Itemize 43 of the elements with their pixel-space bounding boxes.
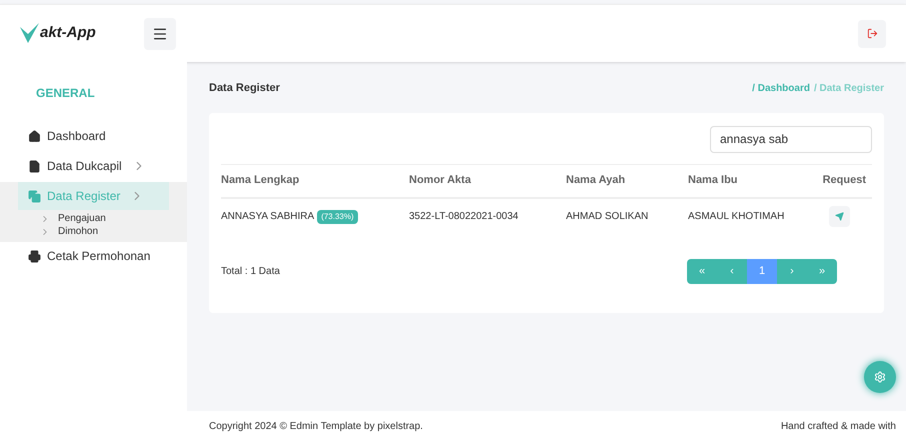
logo-text: akt-App [40,23,96,44]
sidebar-item[interactable]: Data Register [18,182,169,210]
send-button[interactable] [829,206,850,227]
column-header: Nama Lengkap [221,173,300,188]
breadcrumb-link[interactable]: / Dashboard [752,80,810,96]
search-field[interactable]: annasya sab [710,126,872,152]
sidebar-item[interactable]: Dashboard [18,122,169,150]
column-header: Nama Ayah [566,173,626,188]
page-button[interactable]: » [807,258,837,284]
page-title: Data Register [209,81,280,96]
table-cell-text: ASMAUL KHOTIMAH [688,210,786,224]
page-button[interactable]: › [777,258,807,284]
settings-button[interactable] [864,360,896,392]
breadcrumb-link[interactable]: / Data Register [814,80,884,96]
page-button[interactable]: ‹ [717,258,747,284]
page-button[interactable]: « [687,258,717,284]
page-button[interactable]: 1 [747,258,777,284]
sidebar-item[interactable]: Cetak Permohonan [18,242,169,270]
column-header: Nama Ibu [688,173,739,188]
menu-button[interactable] [144,18,176,50]
column-header: Nomor Akta [409,173,472,188]
copyright-text: Copyright 2024 © Edmin Template by pixelstrap. [209,420,423,434]
printer-icon [28,250,41,262]
section-title: GENERAL [35,85,96,102]
match-badge: (73.33%) [317,210,358,224]
submenu-item[interactable]: Dimohon [58,224,98,239]
footer-text: Hand crafted & made with [780,420,896,434]
submenu-item[interactable]: Pengajuan [58,211,106,226]
sidebar-item[interactable]: Data Dukcapil [18,152,169,180]
table-cell-text: 3522-LT-08022021-0034 [409,210,520,224]
home-icon [28,130,41,142]
logout-icon [866,28,878,39]
logo-icon [20,22,40,44]
copy-icon [28,190,41,202]
total-text: Total : 1 Data [221,264,280,278]
settings-icon [874,370,886,382]
table-cell-text: AHMAD SOLIKAN [566,210,650,224]
column-header: Request [822,173,867,188]
menu-icon [152,26,168,42]
logout-button[interactable] [858,20,886,48]
send-icon [835,212,844,221]
table-cell-text: ANNASYA SABHIRA [221,210,314,224]
document-icon [28,160,41,172]
